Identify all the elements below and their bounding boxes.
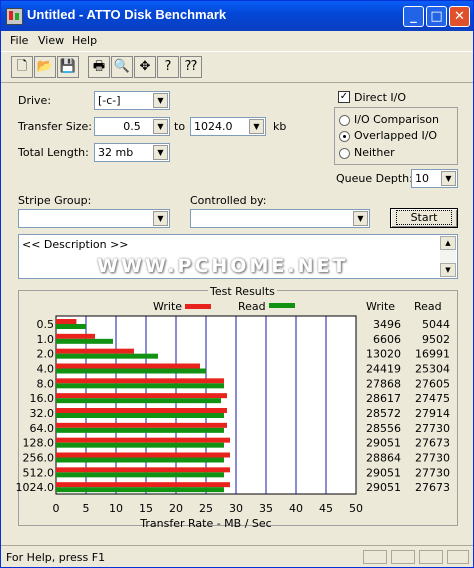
write-bar (56, 363, 200, 369)
write-value: 29051 (366, 466, 401, 479)
read-value: 27730 (415, 466, 450, 479)
category-label: 512.0 (23, 466, 55, 479)
write-value: 28572 (366, 407, 401, 420)
write-bar (56, 378, 224, 384)
read-value: 9502 (422, 333, 450, 346)
read-bar (56, 457, 224, 463)
write-value: 28556 (366, 422, 401, 435)
x-axis-label: Transfer Rate - MB / Sec (139, 517, 271, 530)
resize-grip-icon[interactable] (447, 550, 469, 564)
write-value: 6606 (373, 333, 401, 346)
read-value: 27730 (415, 422, 450, 435)
write-bar (56, 393, 227, 399)
read-bar (56, 487, 224, 493)
read-value: 27914 (415, 407, 450, 420)
write-bar (56, 422, 227, 428)
category-label: 1.0 (37, 333, 55, 346)
status-pane (391, 550, 415, 564)
write-value: 28617 (366, 392, 401, 405)
write-value: 29051 (366, 437, 401, 450)
read-bar (56, 368, 206, 374)
write-bar (56, 319, 77, 324)
x-tick-label: 30 (229, 502, 243, 515)
read-value: 27475 (415, 392, 450, 405)
write-value: 27868 (366, 377, 401, 390)
read-bar (56, 338, 113, 344)
write-value: 28864 (366, 452, 401, 465)
category-label: 128.0 (23, 437, 55, 450)
app-window: Untitled - ATTO Disk Benchmark _ □ ✕ Fil… (0, 0, 474, 568)
read-value: 27673 (415, 481, 450, 494)
write-value: 29051 (366, 481, 401, 494)
category-label: 256.0 (23, 452, 55, 465)
write-bar (56, 467, 230, 473)
read-value: 5044 (422, 318, 450, 331)
x-tick-label: 45 (319, 502, 333, 515)
status-pane (419, 550, 443, 564)
category-label: 16.0 (30, 392, 55, 405)
read-value: 16991 (415, 348, 450, 361)
write-bar (56, 437, 230, 443)
read-bar (56, 353, 158, 359)
x-tick-label: 15 (139, 502, 153, 515)
x-tick-label: 35 (259, 502, 273, 515)
x-tick-label: 20 (169, 502, 183, 515)
category-label: 1024.0 (16, 481, 55, 494)
read-value: 27605 (415, 377, 450, 390)
category-label: 64.0 (30, 422, 55, 435)
write-bar (56, 452, 230, 458)
x-tick-label: 50 (349, 502, 363, 515)
read-bar (56, 324, 86, 329)
write-bar (56, 333, 95, 339)
x-tick-label: 10 (109, 502, 123, 515)
status-pane (363, 550, 387, 564)
x-tick-label: 25 (199, 502, 213, 515)
read-bar (56, 398, 221, 404)
category-label: 0.5 (37, 318, 55, 331)
x-tick-label: 40 (289, 502, 303, 515)
status-text: For Help, press F1 (6, 551, 106, 564)
read-value: 25304 (415, 363, 450, 376)
read-value: 27730 (415, 452, 450, 465)
write-bar (56, 408, 227, 413)
category-label: 2.0 (37, 348, 55, 361)
x-tick-label: 5 (83, 502, 90, 515)
read-bar (56, 472, 224, 478)
read-bar (56, 383, 224, 389)
write-bar (56, 482, 230, 488)
x-tick-label: 0 (53, 502, 60, 515)
read-bar (56, 442, 224, 448)
write-bar (56, 348, 134, 354)
category-label: 4.0 (37, 363, 55, 376)
write-value: 3496 (373, 318, 401, 331)
status-bar: For Help, press F1 (1, 545, 473, 568)
write-value: 24419 (366, 363, 401, 376)
write-value: 13020 (366, 348, 401, 361)
transfer-rate-chart: 0 5 10 15 20 25 30 35 40 45 50 0.5 3496 5044 1.0 6606 95… (16, 315, 450, 530)
category-label: 8.0 (37, 377, 55, 390)
read-value: 27673 (415, 437, 450, 450)
read-bar (56, 413, 224, 418)
category-label: 32.0 (30, 407, 55, 420)
read-bar (56, 427, 224, 433)
